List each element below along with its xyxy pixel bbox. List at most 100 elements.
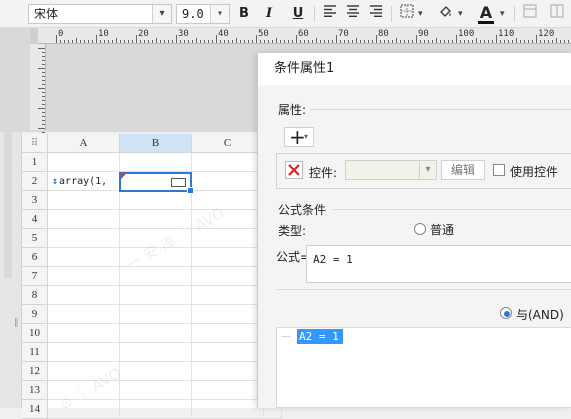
font-color-button[interactable]: A xyxy=(476,4,496,24)
chevron-down-icon[interactable]: ▾ xyxy=(210,5,229,23)
font-size-combo[interactable]: 9.0 ▾ xyxy=(176,4,230,24)
grid-cell[interactable] xyxy=(48,248,120,267)
grid-cell[interactable] xyxy=(120,153,192,172)
ruler-tick xyxy=(536,35,537,43)
fill-color-icon[interactable] xyxy=(436,4,456,24)
row-header[interactable]: 1 xyxy=(22,153,48,172)
grid-cell[interactable] xyxy=(192,153,264,172)
use-control-checkbox[interactable] xyxy=(493,164,505,176)
grid-cell[interactable] xyxy=(48,286,120,305)
column-header-b[interactable]: B xyxy=(120,134,192,153)
split-cells-icon[interactable] xyxy=(547,4,567,24)
ruler-tick xyxy=(188,40,189,43)
ruler-tick xyxy=(380,40,381,43)
ruler-tick xyxy=(480,40,481,43)
grid-cell[interactable] xyxy=(48,267,120,286)
grid-cell[interactable] xyxy=(192,362,264,381)
grid-cell[interactable] xyxy=(192,248,264,267)
cell-b2-selected[interactable] xyxy=(119,172,194,194)
grid-cell[interactable] xyxy=(48,229,120,248)
underline-button[interactable]: U xyxy=(288,4,308,24)
chevron-down-icon[interactable]: ▾ xyxy=(418,9,423,19)
grid-cell[interactable] xyxy=(192,400,264,419)
grid-cell[interactable] xyxy=(192,324,264,343)
font-name-combo[interactable]: 宋体 ▾ xyxy=(28,4,172,24)
ruler-number: 80 xyxy=(378,29,389,39)
fill-handle[interactable] xyxy=(187,187,194,194)
grid-cell[interactable] xyxy=(120,191,192,210)
grid-cell[interactable] xyxy=(48,210,120,229)
spreadsheet-grid[interactable]: ⠿ A B C 1 2 3 4 5 6 7 8 9 10 11 12 13 14 ↕array(1, xyxy=(22,134,282,419)
drag-handle-icon[interactable]: ‖ xyxy=(14,318,19,328)
row-header[interactable]: 9 xyxy=(22,305,48,324)
edit-button[interactable]: 编辑 xyxy=(441,160,485,180)
row-header[interactable]: 7 xyxy=(22,267,48,286)
row-header[interactable]: 6 xyxy=(22,248,48,267)
grid-cell[interactable] xyxy=(120,400,192,419)
row-header[interactable]: 5 xyxy=(22,229,48,248)
grid-cell[interactable] xyxy=(192,381,264,400)
and-label: 与(AND) xyxy=(516,308,564,322)
column-header-a[interactable]: A xyxy=(48,134,120,153)
chevron-down-icon[interactable]: ▾ xyxy=(419,161,436,179)
grid-cell[interactable] xyxy=(120,324,192,343)
row-header[interactable]: 13 xyxy=(22,381,48,400)
italic-button[interactable]: I xyxy=(259,4,279,24)
grid-cell[interactable] xyxy=(120,381,192,400)
grid-cell[interactable] xyxy=(120,343,192,362)
grid-cell[interactable] xyxy=(48,191,120,210)
ruler-tick xyxy=(42,64,45,65)
chevron-down-icon[interactable]: ▾ xyxy=(458,9,463,19)
add-attribute-button[interactable]: + ▾ xyxy=(284,125,314,149)
row-header[interactable]: 12 xyxy=(22,362,48,381)
row-header[interactable]: 2 xyxy=(22,172,48,191)
grid-cell[interactable] xyxy=(120,286,192,305)
merge-cells-icon[interactable] xyxy=(520,4,540,24)
row-header[interactable]: 8 xyxy=(22,286,48,305)
row-header[interactable]: 4 xyxy=(22,210,48,229)
formula-input[interactable]: A2 = 1 xyxy=(306,245,571,283)
grid-cell[interactable] xyxy=(120,305,192,324)
grid-cell[interactable] xyxy=(192,267,264,286)
delete-attribute-button[interactable] xyxy=(285,161,303,179)
dialog-title: 条件属性1 xyxy=(274,61,335,76)
grid-cell[interactable] xyxy=(48,343,120,362)
row-header[interactable]: 3 xyxy=(22,191,48,210)
cell-a2[interactable]: ↕array(1, xyxy=(48,172,120,191)
vertical-ruler xyxy=(30,44,46,133)
ruler-tick xyxy=(408,40,409,43)
chevron-down-icon[interactable]: ▾ xyxy=(500,9,505,19)
grid-cell[interactable] xyxy=(192,172,264,191)
bold-button[interactable]: B xyxy=(234,4,254,24)
ruler-tick xyxy=(148,40,149,43)
align-center-icon[interactable] xyxy=(343,4,363,24)
grid-cell[interactable] xyxy=(192,286,264,305)
control-select[interactable]: ▾ xyxy=(345,160,437,180)
row-header[interactable]: 11 xyxy=(22,343,48,362)
select-all-corner[interactable]: ⠿ xyxy=(22,134,48,153)
align-left-icon[interactable] xyxy=(320,4,340,24)
grid-cell[interactable] xyxy=(48,305,120,324)
tree-item-selected[interactable]: A2 = 1 xyxy=(297,329,343,344)
grid-cell[interactable] xyxy=(192,343,264,362)
dialog-body: 属性: + ▾ 控件: ▾ 编辑 使用控件 公式条件 类型: 普通 公式= A2… xyxy=(258,85,571,408)
row-header[interactable]: 14 xyxy=(22,400,48,419)
grid-cell[interactable] xyxy=(48,324,120,343)
condition-tree[interactable]: — A2 = 1 xyxy=(276,327,571,408)
row-header[interactable]: 10 xyxy=(22,324,48,343)
tree-line: — xyxy=(281,331,291,342)
grid-cell[interactable] xyxy=(192,305,264,324)
and-radio[interactable] xyxy=(500,307,512,319)
align-right-icon[interactable] xyxy=(366,4,386,24)
radio-dot xyxy=(504,311,510,317)
chevron-down-icon[interactable]: ▾ xyxy=(152,5,171,23)
grid-cell[interactable] xyxy=(120,362,192,381)
grid-cell[interactable] xyxy=(192,191,264,210)
column-header-c[interactable]: C xyxy=(192,134,264,153)
chevron-down-icon: ▾ xyxy=(304,132,309,141)
grid-cell[interactable] xyxy=(48,153,120,172)
border-icon[interactable] xyxy=(397,4,417,24)
ruler-tick xyxy=(76,38,77,43)
normal-radio[interactable] xyxy=(414,223,426,235)
ruler-tick xyxy=(344,40,345,43)
